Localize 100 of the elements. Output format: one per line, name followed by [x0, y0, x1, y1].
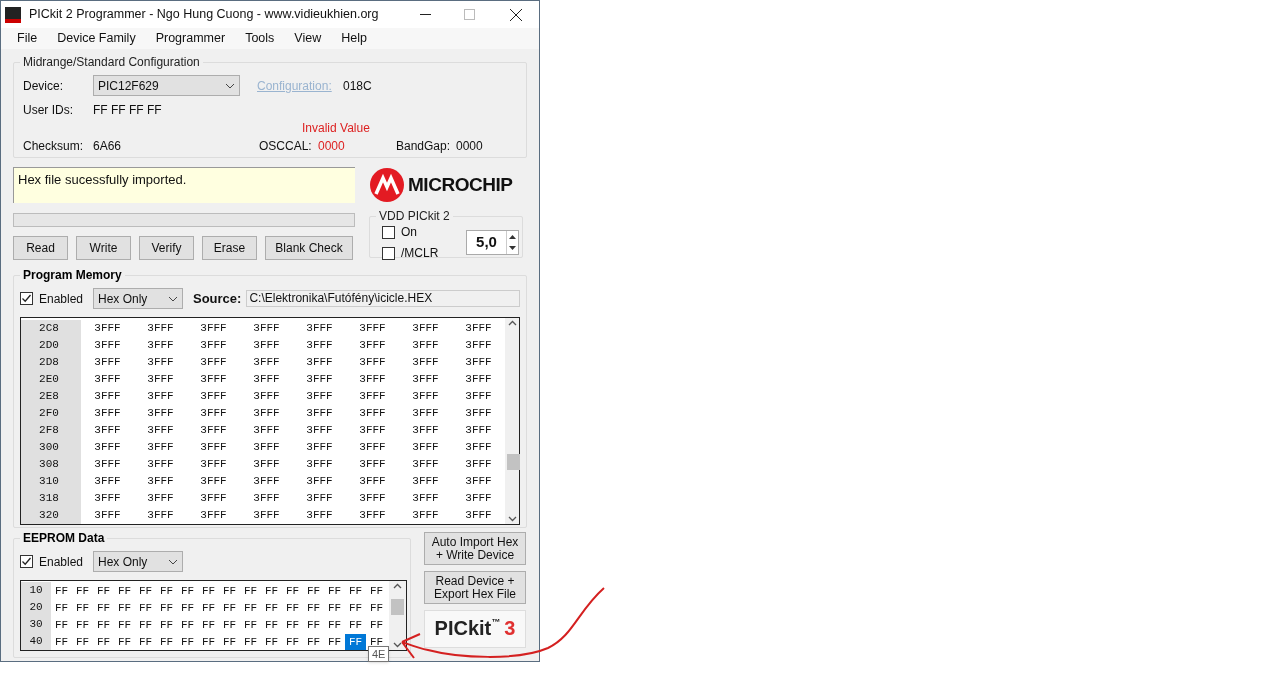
close-icon[interactable]: [510, 8, 522, 21]
action-button[interactable]: Read: [13, 236, 68, 260]
scrollbar[interactable]: [505, 318, 519, 524]
menu-item[interactable]: View: [284, 29, 332, 48]
memory-cell[interactable]: FF: [345, 633, 366, 650]
voltage-spinner[interactable]: 5,0: [466, 230, 519, 255]
memory-cell[interactable]: FF: [51, 616, 72, 633]
chevron-down-icon[interactable]: [509, 245, 516, 251]
checkbox[interactable]: [20, 555, 33, 568]
memory-cell[interactable]: FF: [135, 633, 156, 650]
memory-cell[interactable]: FF: [303, 633, 324, 650]
memory-cell[interactable]: FF: [156, 599, 177, 616]
menu-item[interactable]: Help: [331, 29, 377, 48]
memory-cell-text: 3FFF: [252, 321, 281, 337]
memory-cell[interactable]: FF: [198, 582, 219, 599]
memory-cell[interactable]: FF: [366, 582, 387, 599]
memory-cell[interactable]: FF: [324, 599, 345, 616]
memory-cell[interactable]: FF: [51, 582, 72, 599]
memory-cell[interactable]: FF: [93, 616, 114, 633]
memory-cell[interactable]: FF: [198, 633, 219, 650]
memory-cell[interactable]: FF: [303, 616, 324, 633]
mode-dropdown[interactable]: Hex Only: [93, 288, 183, 309]
memory-cell[interactable]: FF: [156, 582, 177, 599]
device-dropdown[interactable]: PIC12F629: [93, 75, 240, 96]
memory-cell[interactable]: FF: [114, 599, 135, 616]
memory-cell[interactable]: FF: [261, 616, 282, 633]
memory-cell[interactable]: FF: [219, 599, 240, 616]
action-button[interactable]: Verify: [139, 236, 194, 260]
memory-cell[interactable]: FF: [303, 582, 324, 599]
memory-cell[interactable]: FF: [135, 599, 156, 616]
memory-cell[interactable]: FF: [177, 633, 198, 650]
memory-cell[interactable]: FF: [93, 582, 114, 599]
memory-cell[interactable]: FF: [135, 582, 156, 599]
memory-cell[interactable]: FF: [114, 582, 135, 599]
memory-cell[interactable]: FF: [114, 616, 135, 633]
memory-cell[interactable]: FF: [366, 599, 387, 616]
memory-cell[interactable]: FF: [177, 599, 198, 616]
memory-cell[interactable]: FF: [219, 633, 240, 650]
memory-cell[interactable]: FF: [219, 616, 240, 633]
memory-cell[interactable]: FF: [72, 616, 93, 633]
memory-cell[interactable]: FF: [261, 582, 282, 599]
action-button[interactable]: Read Device + Export Hex File: [424, 571, 526, 604]
memory-cell-text: 3FFF: [93, 423, 122, 439]
memory-cell[interactable]: FF: [240, 582, 261, 599]
menu-item[interactable]: File: [7, 29, 48, 48]
memory-cell[interactable]: FF: [345, 616, 366, 633]
memory-cell[interactable]: FF: [156, 633, 177, 650]
memory-cell[interactable]: FF: [282, 616, 303, 633]
action-button[interactable]: Auto Import Hex + Write Device: [424, 532, 526, 565]
checkbox[interactable]: [20, 292, 33, 305]
memory-cell[interactable]: FF: [51, 599, 72, 616]
address-cell: 320: [21, 507, 81, 524]
memory-cell[interactable]: FF: [240, 633, 261, 650]
memory-cell[interactable]: FF: [240, 616, 261, 633]
memory-cell[interactable]: FF: [282, 633, 303, 650]
memory-cell[interactable]: FF: [219, 582, 240, 599]
memory-cell[interactable]: FF: [324, 633, 345, 650]
memory-cell[interactable]: FF: [114, 633, 135, 650]
bandgap-value: 0000: [456, 138, 483, 155]
menu-item[interactable]: Programmer: [145, 29, 236, 48]
memory-cell[interactable]: FF: [261, 633, 282, 650]
app-icon: [5, 6, 21, 23]
memory-cell[interactable]: FF: [282, 582, 303, 599]
scrollbar-thumb[interactable]: [391, 599, 404, 615]
memory-cell[interactable]: FF: [240, 599, 261, 616]
menu-item[interactable]: Tools: [235, 29, 285, 48]
memory-cell[interactable]: FF: [156, 616, 177, 633]
chevron-up-icon[interactable]: [509, 234, 516, 240]
memory-cell[interactable]: FF: [177, 616, 198, 633]
memory-cell[interactable]: FF: [93, 633, 114, 650]
memory-cell[interactable]: FF: [198, 599, 219, 616]
memory-cell-text: 3FFF: [252, 355, 281, 371]
memory-cell-text: 3FFF: [358, 389, 387, 405]
chevron-up-icon: [507, 320, 517, 326]
mode-dropdown[interactable]: Hex Only: [93, 551, 183, 572]
memory-cell[interactable]: FF: [324, 582, 345, 599]
memory-cell[interactable]: FF: [135, 616, 156, 633]
memory-cell[interactable]: FF: [366, 616, 387, 633]
memory-cell[interactable]: FF: [345, 599, 366, 616]
checkbox[interactable]: [382, 246, 395, 260]
memory-cell[interactable]: FF: [345, 582, 366, 599]
memory-cell[interactable]: FF: [72, 599, 93, 616]
memory-cell[interactable]: FF: [198, 616, 219, 633]
memory-cell[interactable]: FF: [93, 599, 114, 616]
memory-cell[interactable]: FF: [177, 582, 198, 599]
memory-cell[interactable]: FF: [282, 599, 303, 616]
menu-item[interactable]: Device Family: [47, 29, 146, 48]
action-button[interactable]: Write: [76, 236, 131, 260]
action-button[interactable]: Erase: [202, 236, 257, 260]
memory-cell[interactable]: FF: [72, 633, 93, 650]
action-button[interactable]: Blank Check: [265, 236, 353, 260]
scrollbar-thumb[interactable]: [507, 454, 520, 470]
memory-cell[interactable]: FF: [261, 599, 282, 616]
memory-cell-text: 3FFF: [252, 508, 281, 524]
memory-cell[interactable]: FF: [51, 633, 72, 650]
memory-cell[interactable]: FF: [324, 616, 345, 633]
checkbox[interactable]: [382, 225, 395, 239]
memory-cell[interactable]: FF: [72, 582, 93, 599]
scrollbar[interactable]: [389, 581, 406, 650]
memory-cell[interactable]: FF: [303, 599, 324, 616]
